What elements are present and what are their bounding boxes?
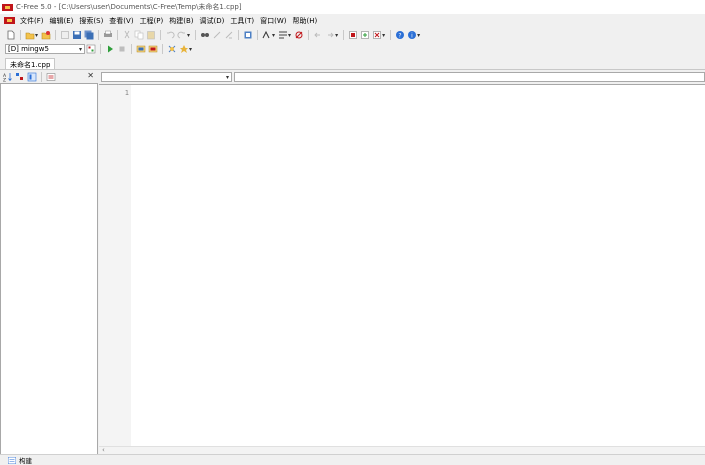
cut-icon[interactable] — [122, 30, 132, 40]
project-tree[interactable] — [0, 83, 98, 455]
line-number-gutter: 1 — [99, 85, 131, 447]
chevron-down-icon[interactable]: ▾ — [382, 32, 385, 39]
help-icon[interactable]: ? — [395, 30, 405, 40]
compile-icon[interactable] — [136, 44, 146, 54]
copy-icon[interactable] — [134, 30, 144, 40]
build-output-icon — [8, 456, 16, 464]
menu-window[interactable]: 窗口(W) — [257, 16, 289, 26]
build-icon[interactable] — [148, 44, 158, 54]
menu-file[interactable]: 文件(F) — [17, 16, 47, 26]
new-file-icon[interactable] — [6, 30, 16, 40]
info-icon[interactable]: i — [407, 30, 417, 40]
toolbar-separator — [20, 30, 21, 40]
chevron-down-icon[interactable]: ▾ — [35, 32, 38, 39]
file-view-icon[interactable] — [46, 72, 56, 82]
chevron-down-icon[interactable]: ▾ — [79, 46, 82, 53]
toggle-bookmark-icon[interactable] — [294, 30, 304, 40]
find-next-icon[interactable] — [212, 30, 222, 40]
add-project-icon[interactable] — [348, 30, 358, 40]
chevron-down-icon[interactable]: ▾ — [288, 32, 291, 39]
chevron-down-icon[interactable]: ▾ — [189, 46, 192, 53]
toolbar-separator — [162, 44, 163, 54]
project-panel: AZ ✕ — [0, 70, 98, 455]
toolbar-separator — [117, 30, 119, 40]
print-icon[interactable] — [103, 30, 113, 40]
chevron-down-icon[interactable]: ▾ — [272, 32, 275, 39]
editor-pane: ▾ 1 ‹ — [99, 70, 705, 455]
save-icon[interactable] — [72, 30, 82, 40]
sort-type-icon[interactable] — [15, 72, 25, 82]
replace-icon[interactable] — [224, 30, 234, 40]
compiler-select-value: [D] mingw5 — [8, 45, 49, 53]
menu-project[interactable]: 工程(P) — [137, 16, 167, 26]
undo-icon[interactable] — [165, 30, 175, 40]
comment-icon[interactable] — [262, 30, 272, 40]
svg-text:Z: Z — [3, 77, 6, 82]
tools-icon[interactable] — [179, 44, 189, 54]
menu-search[interactable]: 搜索(S) — [76, 16, 106, 26]
code-editor[interactable]: 1 — [99, 84, 705, 447]
toolbar-separator — [131, 44, 132, 54]
compiler-select[interactable]: [D] mingw5 ▾ — [5, 44, 85, 54]
run-icon[interactable] — [105, 44, 115, 54]
bottom-panel-tabs: 构建 — [0, 454, 705, 465]
class-view-icon[interactable] — [27, 72, 37, 82]
chevron-down-icon[interactable]: ▾ — [187, 32, 190, 39]
toolbar-separator — [343, 30, 345, 40]
open-folder-icon[interactable] — [25, 30, 35, 40]
find-icon[interactable] — [200, 30, 210, 40]
close-icon[interactable]: ✕ — [87, 71, 94, 80]
window-title: C-Free 5.0 - [C:\Users\user\Documents\C-… — [16, 3, 242, 11]
menu-edit[interactable]: 编辑(E) — [47, 16, 77, 26]
redo-icon[interactable] — [177, 30, 187, 40]
menu-tools[interactable]: 工具(T) — [227, 16, 257, 26]
svg-text:?: ? — [399, 32, 402, 39]
debug-icon[interactable] — [167, 44, 177, 54]
toolbar-separator — [55, 30, 57, 40]
document-tab-strip: 未命名1.cpp — [0, 56, 705, 71]
paste-icon[interactable] — [146, 30, 156, 40]
compile-project-icon[interactable] — [360, 30, 370, 40]
build-toolbar: [D] mingw5 ▾ ▾ — [0, 42, 705, 56]
toolbar-separator — [41, 71, 42, 82]
chevron-left-icon[interactable]: ‹ — [102, 446, 105, 454]
open-recent-icon[interactable] — [41, 30, 51, 40]
chevron-down-icon[interactable]: ▾ — [335, 32, 338, 39]
toolbar-separator — [100, 44, 101, 54]
project-panel-toolbar: AZ — [0, 70, 98, 83]
main-toolbar: ▾ ▾ ▾ ▾ ▾ ▾ ? i ▾ — [0, 28, 705, 42]
forward-arrow-icon[interactable] — [325, 30, 335, 40]
line-number: 1 — [124, 89, 129, 97]
editor-navigation-bar: ▾ — [99, 70, 705, 84]
chevron-down-icon[interactable]: ▾ — [226, 74, 229, 81]
bookmark-icon[interactable] — [278, 30, 288, 40]
toolbar-separator — [257, 30, 259, 40]
function-select[interactable] — [234, 72, 705, 82]
toolbar-separator — [390, 30, 392, 40]
compiler-settings-icon[interactable] — [86, 44, 96, 54]
menu-bar: 文件(F) 编辑(E) 搜索(S) 查看(V) 工程(P) 构建(B) 调试(D… — [0, 14, 705, 27]
toolbar-separator — [98, 30, 100, 40]
stop-icon[interactable] — [117, 44, 127, 54]
toolbar-separator — [308, 30, 310, 40]
goto-line-icon[interactable] — [243, 30, 253, 40]
toolbar-separator — [195, 30, 197, 40]
toolbar-separator — [160, 30, 162, 40]
reload-icon[interactable] — [60, 30, 70, 40]
sort-az-icon[interactable]: AZ — [3, 72, 13, 82]
scope-select[interactable]: ▾ — [101, 72, 232, 82]
title-bar: C-Free 5.0 - [C:\Users\user\Documents\C-… — [0, 0, 705, 15]
menu-help[interactable]: 帮助(H) — [290, 16, 321, 26]
menu-view[interactable]: 查看(V) — [106, 16, 136, 26]
menu-debug[interactable]: 调试(D) — [197, 16, 228, 26]
chevron-down-icon[interactable]: ▾ — [417, 32, 420, 39]
cfree-app-icon — [2, 3, 13, 11]
menu-build[interactable]: 构建(B) — [166, 16, 196, 26]
back-arrow-icon[interactable] — [313, 30, 323, 40]
toolbar-separator — [238, 30, 240, 40]
document-menu-icon[interactable] — [4, 16, 15, 25]
remove-icon[interactable] — [372, 30, 382, 40]
save-all-icon[interactable] — [84, 30, 94, 40]
